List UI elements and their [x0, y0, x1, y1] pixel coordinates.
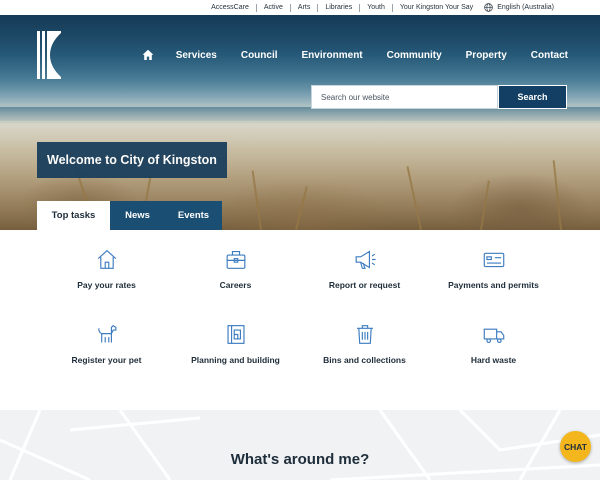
utility-link-your-say[interactable]: Your Kingston Your Say: [393, 4, 480, 12]
task-report-or-request[interactable]: Report or request: [300, 230, 429, 290]
utility-bar: AccessCare Active Arts Libraries Youth Y…: [0, 0, 600, 15]
nav-item-community[interactable]: Community: [387, 50, 442, 61]
task-label: Register your pet: [71, 355, 142, 365]
card-icon: [483, 252, 504, 268]
bin-icon: [356, 325, 373, 344]
truck-icon: [483, 328, 504, 344]
search-button[interactable]: Search: [498, 85, 567, 109]
search-input[interactable]: [311, 85, 498, 109]
briefcase-icon: [226, 250, 245, 269]
hero-banner: Services Council Environment Community P…: [0, 15, 600, 230]
task-register-your-pet[interactable]: Register your pet: [42, 305, 171, 365]
map-background: [0, 410, 600, 480]
tab-top-tasks[interactable]: Top tasks: [37, 201, 110, 230]
task-label: Payments and permits: [448, 280, 539, 290]
megaphone-icon: [355, 250, 376, 269]
task-label: Pay your rates: [77, 280, 136, 290]
task-hard-waste[interactable]: Hard waste: [429, 305, 558, 365]
utility-link-libraries[interactable]: Libraries: [318, 3, 361, 12]
task-payments-and-permits[interactable]: Payments and permits: [429, 230, 558, 290]
hero-sea: [0, 107, 600, 121]
chat-button[interactable]: CHAT: [560, 431, 591, 462]
language-selector[interactable]: English (Australia): [480, 3, 554, 12]
task-careers[interactable]: Careers: [171, 230, 300, 290]
task-label: Hard waste: [470, 355, 517, 365]
nav-item-contact[interactable]: Contact: [531, 50, 568, 61]
language-label: English (Australia): [497, 4, 554, 11]
task-label: Report or request: [328, 280, 401, 290]
task-label: Bins and collections: [323, 355, 406, 365]
tab-events[interactable]: Events: [165, 201, 222, 230]
search-box: Search: [311, 85, 567, 109]
tab-news[interactable]: News: [110, 201, 165, 230]
house-icon: [97, 249, 116, 269]
task-bins-and-collections[interactable]: Bins and collections: [300, 305, 429, 365]
task-pay-your-rates[interactable]: Pay your rates: [42, 230, 171, 290]
task-label: Careers: [219, 280, 252, 290]
globe-icon: [484, 3, 493, 12]
tab-bar: Top tasks News Events: [37, 201, 222, 230]
city-of-kingston-logo[interactable]: [37, 31, 61, 79]
map-section: What's around me?: [0, 410, 600, 480]
utility-link-accesscare[interactable]: AccessCare: [204, 3, 257, 12]
nav-item-services[interactable]: Services: [176, 50, 217, 61]
nav-item-property[interactable]: Property: [466, 50, 507, 61]
welcome-heading: Welcome to City of Kingston: [37, 142, 227, 178]
task-planning-and-building[interactable]: Planning and building: [171, 305, 300, 365]
utility-link-youth[interactable]: Youth: [360, 3, 393, 12]
dog-icon: [97, 324, 116, 343]
utility-link-arts[interactable]: Arts: [291, 3, 319, 12]
top-tasks-grid: Pay your rates Careers Report or request…: [42, 230, 558, 410]
task-label: Planning and building: [191, 355, 280, 365]
blueprint-icon: [226, 325, 245, 344]
nav-item-council[interactable]: Council: [241, 50, 278, 61]
main-nav: Services Council Environment Community P…: [142, 49, 568, 61]
whats-around-me-heading: What's around me?: [230, 451, 370, 468]
nav-item-environment[interactable]: Environment: [302, 50, 363, 61]
home-icon[interactable]: [142, 49, 154, 61]
utility-link-active[interactable]: Active: [257, 3, 291, 12]
